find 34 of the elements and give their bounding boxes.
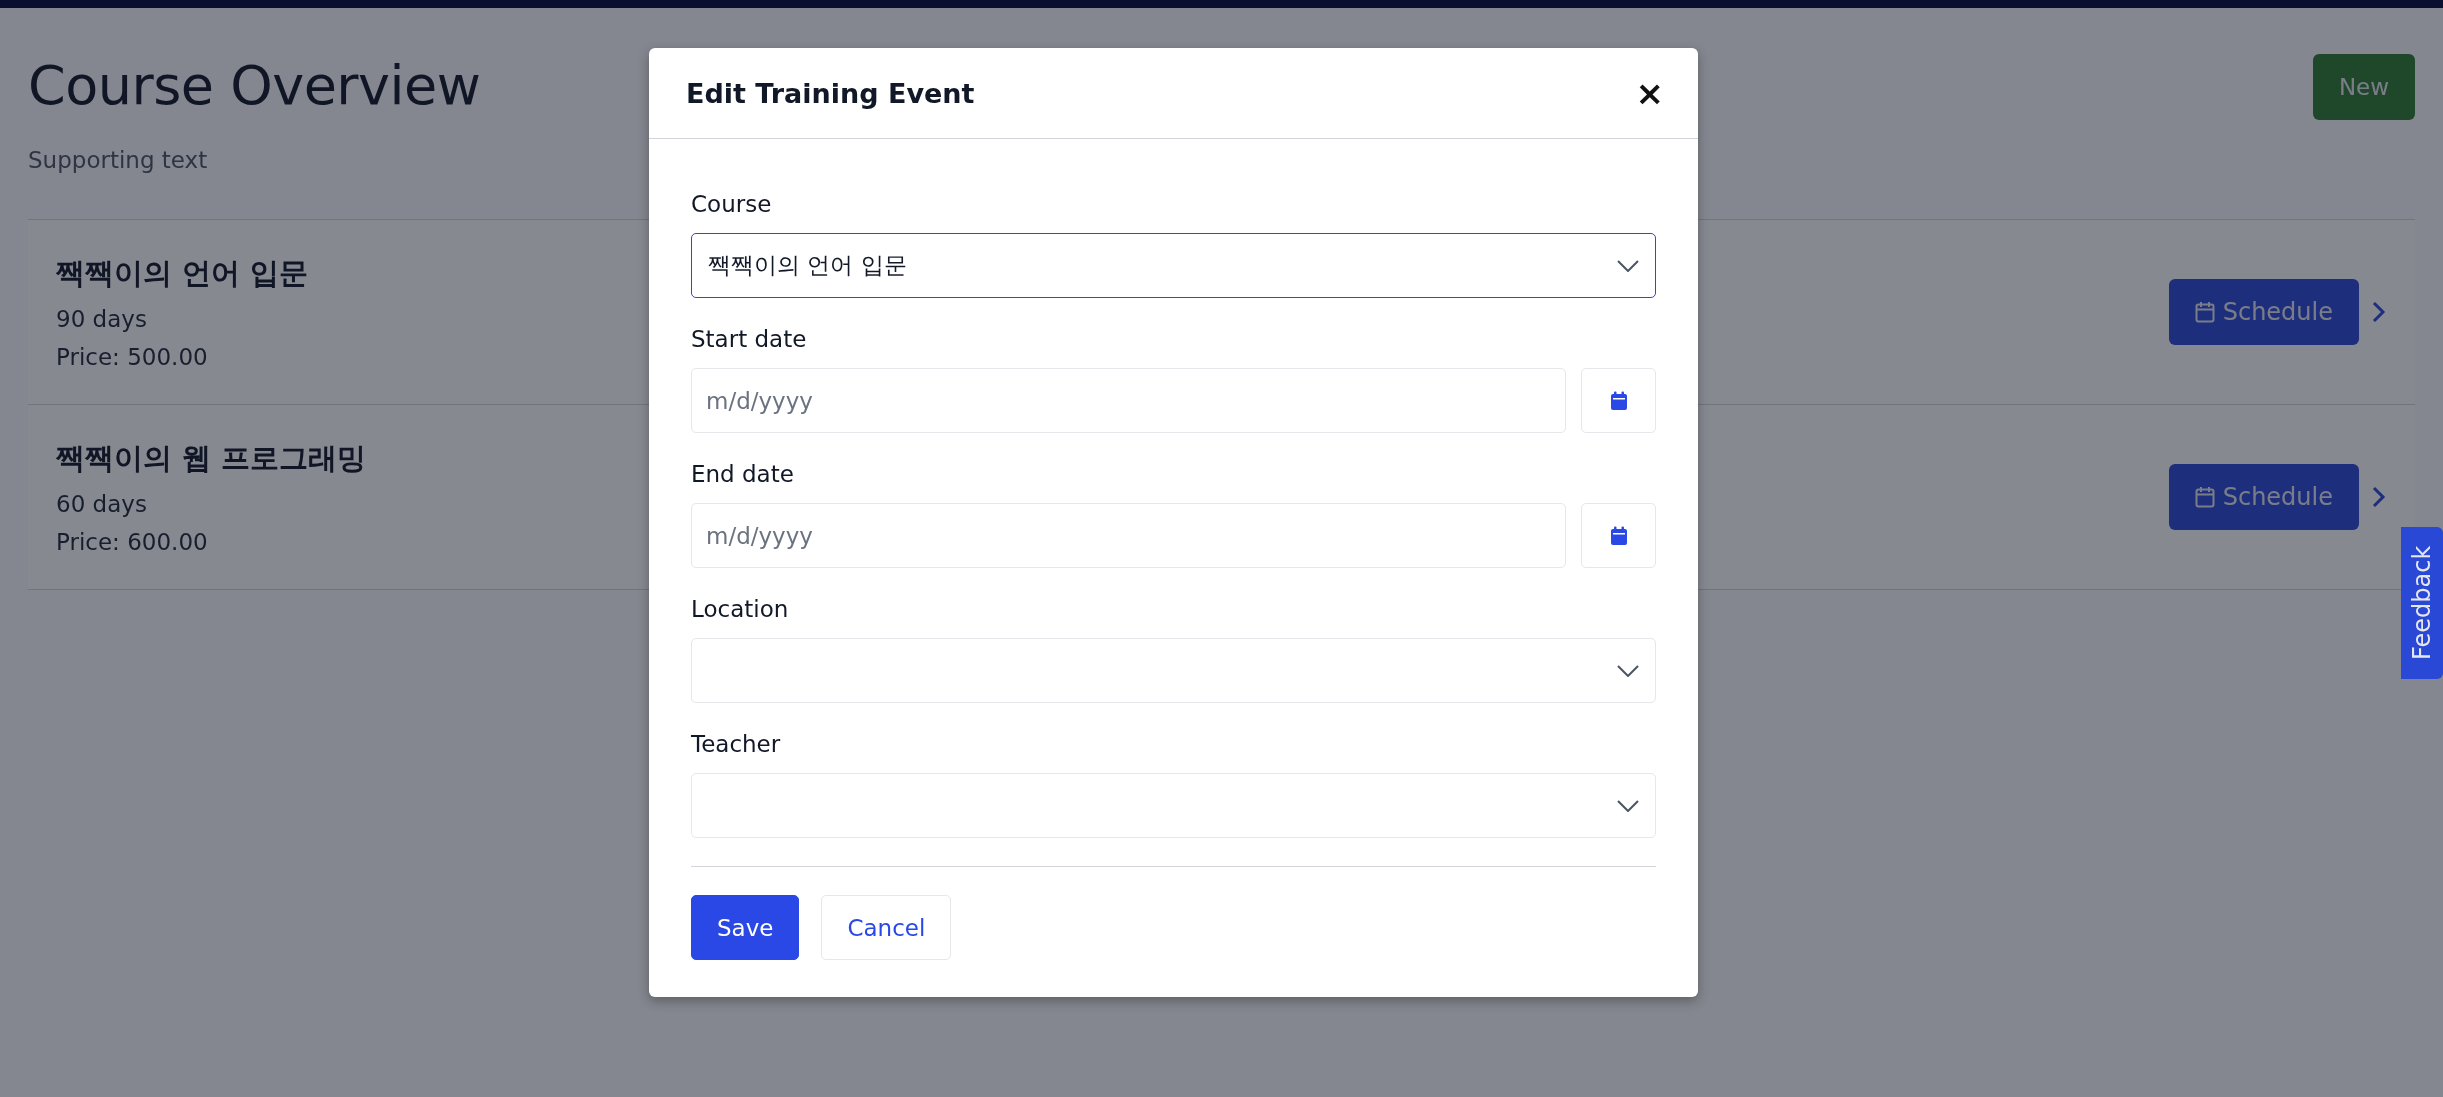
select-field[interactable]: 짹짹이의 언어 입문 xyxy=(691,233,1656,298)
select-field[interactable] xyxy=(691,638,1656,703)
field-label: Start date xyxy=(691,326,808,352)
course-price: Price: 600.00 xyxy=(56,529,208,555)
course-duration: 90 days xyxy=(56,306,147,332)
close-button[interactable]: × xyxy=(1629,76,1670,110)
calendar-icon xyxy=(1609,525,1628,546)
page-subtitle: Supporting text xyxy=(28,147,209,173)
field-label: End date xyxy=(691,461,795,487)
calendar-button[interactable] xyxy=(1581,503,1656,568)
feedback-tab[interactable]: Feedback xyxy=(2401,527,2443,679)
save-button[interactable]: Save xyxy=(691,895,800,960)
field-label: Teacher xyxy=(691,731,782,757)
course-title: 짹짹이의 언어 입문 xyxy=(56,255,309,292)
calendar-button[interactable] xyxy=(1581,368,1656,433)
course-duration: 60 days xyxy=(56,491,147,517)
course-title: 짹짹이의 웹 프로그래밍 xyxy=(56,440,367,477)
chevron-right-icon[interactable] xyxy=(2371,300,2387,324)
calendar-icon xyxy=(2194,486,2215,508)
date-field[interactable]: m/d/yyyy xyxy=(691,368,1566,433)
field-label: Course xyxy=(691,191,773,217)
chevron-right-icon[interactable] xyxy=(2371,485,2387,509)
cancel-button[interactable]: Cancel xyxy=(821,895,952,960)
chevron-down-icon xyxy=(1617,664,1639,677)
date-field[interactable]: m/d/yyyy xyxy=(691,503,1566,568)
page-title: Course Overview xyxy=(28,54,481,117)
dialog-title: Edit Training Event xyxy=(686,77,975,109)
chevron-down-icon xyxy=(1617,259,1639,272)
field-label: Location xyxy=(691,596,790,622)
calendar-icon xyxy=(1609,390,1628,411)
calendar-icon xyxy=(2194,301,2215,323)
select-field[interactable] xyxy=(691,773,1656,838)
chevron-down-icon xyxy=(1617,799,1639,812)
course-price: Price: 500.00 xyxy=(56,344,208,370)
